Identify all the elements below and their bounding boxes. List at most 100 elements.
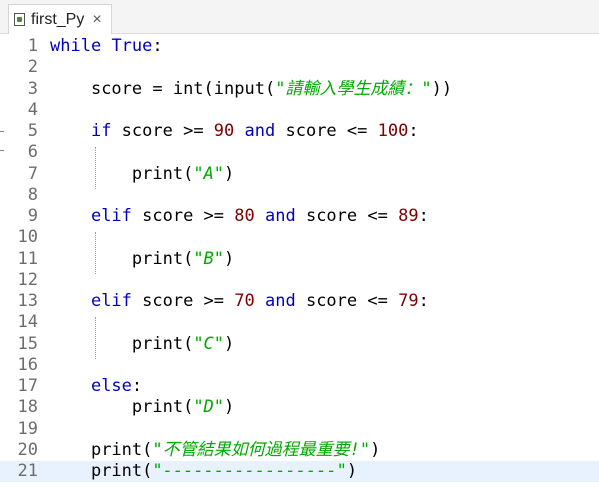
code-editor[interactable]: 21 print("-----------------") 20 print("不…: [0, 34, 599, 488]
code-token: )): [431, 78, 453, 99]
code-text: print("-----------------"): [50, 461, 357, 482]
number-literal: 80: [234, 206, 255, 226]
code-token: :: [131, 376, 143, 396]
line-number: 20: [17, 439, 38, 460]
code-line[interactable]: 10: [0, 227, 599, 248]
code-line[interactable]: 9 elif score >= 80 and score <= 89:: [0, 206, 599, 227]
line-number: 6: [27, 142, 38, 163]
number-literal: 70: [234, 291, 255, 311]
python-file-icon: [14, 13, 25, 26]
code-line[interactable]: 8: [0, 185, 599, 206]
code-token: print(: [131, 248, 194, 269]
code-token: score <=: [295, 206, 399, 226]
keyword-token: True: [111, 36, 153, 56]
code-line[interactable]: 20 print("不管結果如何過程最重要!"): [0, 440, 599, 461]
keyword-token: if: [90, 121, 112, 141]
string-literal: "不管結果如何過程最重要!": [152, 439, 371, 460]
code-token: ): [370, 439, 381, 460]
close-tab-icon[interactable]: ×: [92, 11, 101, 29]
code-text: print("B"): [50, 249, 234, 270]
keyword-token: elif: [90, 206, 132, 226]
code-text: print("D"): [50, 397, 234, 418]
code-token: :: [152, 36, 163, 56]
code-line[interactable]: 14: [0, 312, 599, 333]
code-token: print(: [90, 439, 153, 460]
keyword-token: and: [244, 121, 276, 141]
code-token: score >=: [131, 206, 235, 226]
code-text: else:: [50, 376, 142, 397]
line-number: 11: [17, 248, 38, 269]
code-line[interactable]: 1 while True:: [0, 36, 599, 57]
code-line[interactable]: 7 print("A"): [0, 164, 599, 185]
editor-tab-bar: first_Py ×: [0, 0, 599, 34]
code-line[interactable]: 15 print("C"): [0, 334, 599, 355]
code-token: ): [224, 248, 235, 269]
keyword-token: elif: [90, 291, 132, 311]
code-text: elif score >= 80 and score <= 89:: [50, 206, 429, 227]
line-number: 10: [17, 227, 38, 248]
code-text: if score >= 90 and score <= 100:: [50, 121, 419, 142]
line-number: 9: [27, 206, 38, 226]
indent-guide: [95, 232, 96, 274]
code-token: score <=: [295, 291, 399, 311]
code-line[interactable]: 18 print("D"): [0, 397, 599, 418]
code-line[interactable]: 13 elif score >= 70 and score <= 79:: [0, 291, 599, 312]
code-line[interactable]: 6: [0, 142, 599, 163]
line-number: 8: [27, 184, 38, 205]
code-token: print(: [131, 163, 194, 184]
tab-first-py[interactable]: first_Py ×: [8, 4, 112, 34]
code-line[interactable]: 17 else:: [0, 376, 599, 397]
code-token: print(: [131, 333, 194, 354]
indent-guide: [95, 147, 96, 189]
code-token: print(: [131, 397, 194, 418]
code-line[interactable]: 4: [0, 100, 599, 121]
code-token: ): [346, 461, 358, 481]
line-number: 17: [17, 376, 38, 396]
number-literal: 100: [377, 121, 409, 141]
code-line[interactable]: 16: [0, 355, 599, 376]
code-token: ): [224, 163, 235, 184]
code-line[interactable]: 11 print("B"): [0, 249, 599, 270]
code-text: elif score >= 70 and score <= 79:: [50, 291, 429, 312]
number-literal: 90: [213, 121, 235, 141]
keyword-token: while: [50, 36, 102, 56]
line-number: 12: [17, 269, 38, 290]
string-literal: "A": [193, 163, 225, 184]
code-token: ): [224, 397, 235, 418]
code-text: print("不管結果如何過程最重要!"): [50, 440, 380, 461]
code-line[interactable]: 21 print("-----------------"): [0, 461, 599, 482]
code-line[interactable]: 2: [0, 57, 599, 78]
string-literal: "D": [193, 397, 225, 418]
tab-title: first_Py: [31, 10, 85, 28]
line-number: 5: [27, 121, 38, 141]
line-number: 16: [17, 354, 38, 375]
line-number: 7: [27, 163, 38, 184]
code-token: score = int(input(: [90, 78, 276, 99]
keyword-token: and: [265, 291, 296, 311]
code-token: score >=: [131, 291, 235, 311]
code-text: while True:: [50, 36, 163, 57]
line-number: 14: [17, 312, 38, 333]
code-token: ): [224, 333, 235, 354]
code-line[interactable]: 3 score = int(input("請輸入學生成績：")): [0, 79, 599, 100]
line-number: 2: [27, 57, 38, 78]
number-literal: 89: [398, 206, 419, 226]
string-literal: "請輸入學生成績：": [275, 78, 432, 99]
code-line[interactable]: 19: [0, 419, 599, 440]
line-number: 4: [27, 99, 38, 120]
code-line[interactable]: 5 if score >= 90 and score <= 100:: [0, 121, 599, 142]
code-line[interactable]: 12: [0, 270, 599, 291]
code-token: score >=: [111, 121, 214, 141]
code-token: score <=: [275, 121, 378, 141]
line-number: 15: [17, 333, 38, 354]
string-literal: "B": [193, 248, 225, 269]
line-number: 3: [27, 78, 38, 99]
code-token: :: [418, 291, 429, 311]
line-number: 1: [27, 36, 38, 56]
code-token: :: [408, 121, 419, 141]
line-number: 13: [17, 291, 38, 311]
